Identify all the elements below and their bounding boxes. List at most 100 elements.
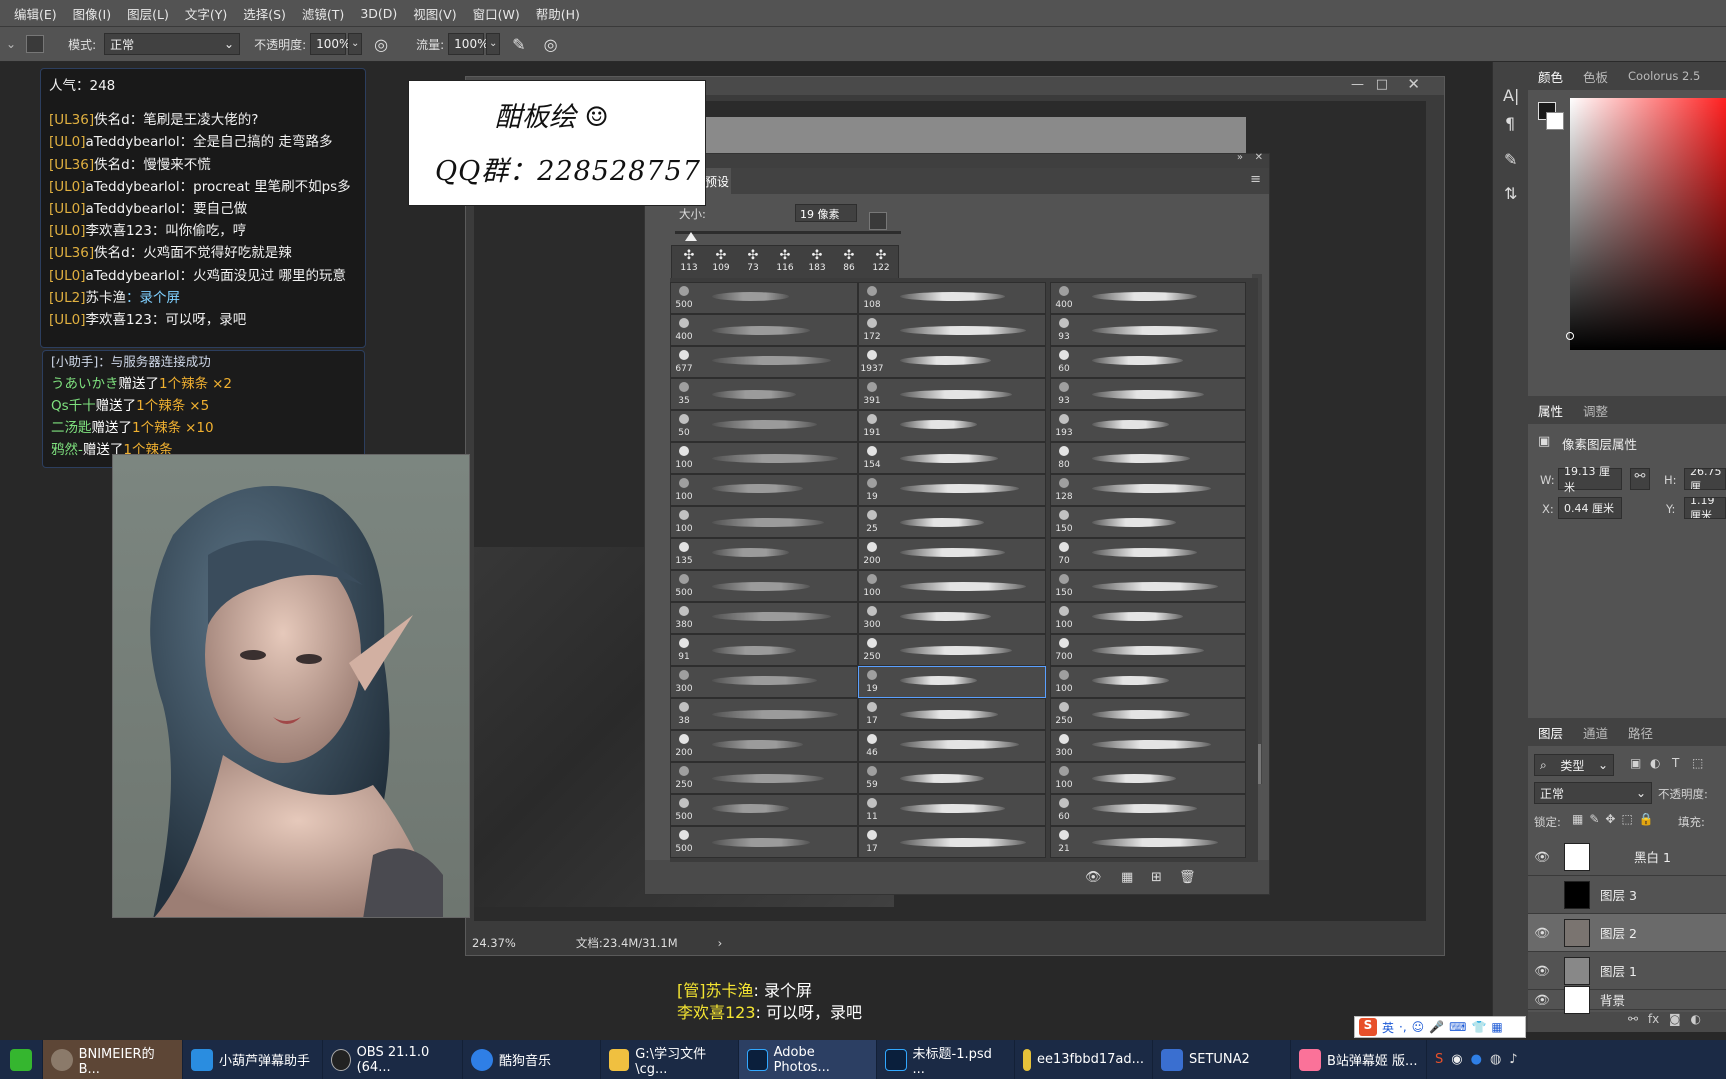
brush-panel-icon[interactable]: ▦ (1121, 870, 1133, 885)
layer-row[interactable]: 👁 图层 2 (1528, 914, 1726, 952)
taskbar-item-danmaku[interactable]: 小葫芦弹幕助手 (183, 1040, 323, 1079)
w-input[interactable]: 19.13 厘米 (1558, 465, 1622, 494)
taskbar-item-bilibili[interactable]: B站弹幕姬 版... (1291, 1040, 1427, 1079)
size-slider-handle[interactable] (685, 232, 697, 241)
tab-channels[interactable]: 通道 (1573, 723, 1618, 742)
filter-pixel-icon[interactable]: ▣ (1630, 756, 1641, 770)
taskbar-item-file[interactable]: ee13fbbd17ad... (1015, 1040, 1153, 1079)
recent-brush[interactable]: ✣ 116 (770, 248, 800, 280)
layer-row[interactable]: 👁 图层 1 (1528, 952, 1726, 990)
pressure-opacity-icon[interactable]: ◎ (374, 35, 388, 54)
taskbar-item-photoshop[interactable]: Adobe Photos... (739, 1040, 877, 1079)
menu-edit[interactable]: 编辑(E) (6, 4, 65, 23)
layer-row[interactable]: 👁 黑白 1 (1528, 838, 1726, 876)
menu-image[interactable]: 图像(I) (65, 4, 119, 23)
kugou-tray-icon[interactable]: ● (1471, 1052, 1482, 1067)
layer-row[interactable]: 👁 背景 (1528, 985, 1726, 1014)
brush-settings-panel-icon[interactable]: ✎ (1504, 150, 1517, 169)
menu-view[interactable]: 视图(V) (405, 4, 464, 23)
h-input[interactable]: 26.75 厘 (1684, 468, 1726, 490)
mask-icon[interactable]: ◙ (1669, 1012, 1681, 1026)
ime-mode[interactable]: 英 (1382, 1019, 1394, 1036)
size-slider-track[interactable] (675, 231, 901, 234)
flow-input[interactable]: 100% (448, 33, 488, 55)
toolbox-icon[interactable]: ▦ (1491, 1020, 1502, 1034)
link-layers-icon[interactable]: ⚯ (1628, 1012, 1638, 1026)
tab-layers[interactable]: 图层 (1528, 723, 1573, 742)
sogou-logo-icon[interactable]: S (1359, 1018, 1377, 1036)
opacity-dropdown-icon[interactable]: ⌄ (348, 33, 363, 55)
menu-window[interactable]: 窗口(W) (465, 4, 528, 23)
menu-layer[interactable]: 图层(L) (119, 4, 177, 23)
x-input[interactable]: 0.44 厘米 (1558, 497, 1622, 519)
visibility-eye-icon[interactable]: 👁 (1528, 925, 1556, 941)
panel-menu-icon[interactable]: ≡ (1250, 172, 1261, 187)
tab-color[interactable]: 颜色 (1528, 67, 1573, 86)
tab-swatches[interactable]: 色板 (1573, 67, 1618, 86)
restore-button[interactable]: □ (1376, 77, 1388, 92)
menu-filter[interactable]: 滤镜(T) (294, 4, 352, 23)
new-preset-icon[interactable]: ⊞ (1151, 870, 1162, 885)
taskbar-item-explorer[interactable]: G:\学习文件\cg... (601, 1040, 739, 1079)
y-input[interactable]: 1.19 厘米 (1684, 497, 1726, 519)
mode-select[interactable]: 正常 ⌄ (104, 33, 241, 55)
visibility-eye-icon[interactable]: 👁 (1528, 963, 1556, 979)
visibility-eye-icon[interactable]: 👁 (1528, 849, 1556, 865)
menu-3d[interactable]: 3D(D) (352, 6, 405, 21)
recent-brush[interactable]: ✣ 73 (738, 248, 768, 280)
blend-mode-select[interactable]: 正常 ⌄ (1534, 782, 1652, 804)
filter-adjust-icon[interactable]: ◐ (1650, 756, 1660, 770)
filter-shape-icon[interactable]: ⬚ (1692, 756, 1703, 770)
tab-adjustments[interactable]: 调整 (1573, 401, 1618, 420)
close-button[interactable]: ✕ (1407, 75, 1420, 93)
recent-brush[interactable]: ✣ 183 (802, 248, 832, 280)
brush-settings-icon[interactable] (869, 212, 887, 230)
tab-properties[interactable]: 属性 (1528, 401, 1573, 420)
taskbar-item-psd[interactable]: 未标题-1.psd ... (877, 1040, 1015, 1079)
taskbar-item-kugou[interactable]: 酷狗音乐 (463, 1040, 601, 1079)
recent-brush[interactable]: ✣ 113 (674, 248, 704, 280)
fx-icon[interactable]: fx (1648, 1012, 1659, 1026)
tab-paths[interactable]: 路径 (1618, 723, 1663, 742)
tool-preset-chevron-icon[interactable]: ⌄ (6, 37, 16, 51)
adjustment-icon[interactable]: ◐ (1691, 1012, 1701, 1026)
delete-icon[interactable]: 🗑 (1179, 870, 1196, 885)
chrome-tray-icon[interactable]: ◉ (1451, 1052, 1462, 1067)
punctuation-icon[interactable]: ·, (1399, 1020, 1407, 1034)
toggle-visibility-icon[interactable]: 👁 (1085, 870, 1102, 885)
size-input[interactable]: 19 像素 (795, 204, 857, 222)
recent-brush[interactable]: ✣ 109 (706, 248, 736, 280)
volume-tray-icon[interactable]: ♪ (1509, 1052, 1517, 1067)
menu-type[interactable]: 文字(Y) (177, 4, 235, 23)
zoom-readout[interactable]: 24.37% (472, 936, 516, 950)
voice-icon[interactable]: 🎤 (1429, 1020, 1444, 1034)
sogou-tray-icon[interactable]: S (1435, 1052, 1443, 1067)
color-picker-handle[interactable] (1566, 332, 1574, 340)
system-tray[interactable]: S ◉ ● ◍ ♪ (1427, 1040, 1526, 1079)
minimize-button[interactable]: — (1351, 77, 1364, 92)
network-tray-icon[interactable]: ◍ (1490, 1052, 1501, 1067)
menu-select[interactable]: 选择(S) (235, 4, 294, 23)
flow-dropdown-icon[interactable]: ⌄ (486, 33, 501, 55)
layer-kind-filter[interactable]: ⌕ 类型 ⌄ (1534, 754, 1614, 776)
taskbar-item-setuna[interactable]: SETUNA2 (1153, 1040, 1291, 1079)
status-arrow-icon[interactable]: › (718, 936, 723, 950)
pressure-size-icon[interactable]: ◎ (544, 35, 558, 54)
clone-source-icon[interactable]: ⇅ (1504, 184, 1517, 203)
character-panel-icon[interactable]: A| (1503, 86, 1519, 105)
paragraph-panel-icon[interactable]: ¶ (1505, 114, 1515, 133)
collapse-icon[interactable]: » (1237, 152, 1243, 163)
keyboard-icon[interactable]: ⌨ (1449, 1020, 1466, 1034)
taskbar-item-obs[interactable]: OBS 21.1.0 (64... (323, 1040, 463, 1079)
start-app-icon[interactable] (0, 1040, 43, 1079)
visibility-eye-icon[interactable]: 👁 (1528, 992, 1556, 1008)
background-color-swatch[interactable] (1546, 112, 1564, 130)
taskbar-item-browser[interactable]: BNIMEIER的B... (43, 1040, 183, 1079)
brush-preset-icon[interactable] (26, 35, 45, 53)
recent-brush[interactable]: ✣ 86 (834, 248, 864, 280)
opacity-input[interactable]: 100% (310, 33, 350, 55)
lock-icons[interactable]: ▦✎✥⬚🔒 (1572, 812, 1660, 826)
emoji-icon[interactable]: ☺ (1412, 1020, 1425, 1034)
color-picker-field[interactable] (1570, 98, 1726, 350)
link-icon[interactable]: ⚯ (1630, 468, 1650, 490)
